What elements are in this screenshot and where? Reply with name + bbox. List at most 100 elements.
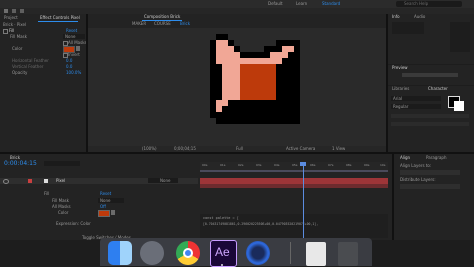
workspace-standard[interactable]: Standard (322, 2, 340, 6)
pixel-cell (282, 100, 288, 106)
tab-libraries[interactable]: Libraries (392, 87, 409, 91)
timeline-effect-reset[interactable]: Reset (100, 192, 111, 196)
pixel-cell (288, 40, 294, 46)
pixel-cell (246, 118, 252, 124)
pixel-cell (228, 70, 234, 76)
timeline-fill-mask-dropdown[interactable]: None (98, 198, 124, 203)
tab-info[interactable]: Info (392, 15, 400, 19)
pixel-cell (264, 112, 270, 118)
pixel-cell (234, 52, 240, 58)
preview-controls[interactable] (402, 73, 458, 77)
search-help-field[interactable]: Search Help (396, 1, 462, 7)
trash-icon[interactable] (338, 242, 358, 266)
distribute-buttons-row[interactable] (400, 184, 460, 189)
text-stroke-swatch[interactable] (454, 101, 464, 111)
pixel-cell (228, 64, 234, 70)
tab-align[interactable]: Align (400, 156, 410, 160)
hand-tool-icon[interactable] (12, 9, 16, 13)
layer-row-pixel[interactable]: Pixel None (0, 178, 198, 184)
document-icon[interactable] (306, 242, 326, 266)
tab-audio[interactable]: Audio (414, 15, 425, 19)
pixel-cell (210, 112, 216, 118)
pixel-cell (222, 118, 228, 124)
visibility-eye-icon[interactable] (3, 179, 9, 184)
pixel-cell (216, 94, 222, 100)
pixel-cell (222, 94, 228, 100)
pixel-cell (234, 88, 240, 94)
expression-editor[interactable]: const palette = [ [0.70431749081861,0.29… (200, 214, 388, 238)
pixel-cell (288, 106, 294, 112)
work-area-bar[interactable] (200, 170, 388, 172)
fill-mask-dropdown[interactable]: None (63, 34, 85, 39)
horizontal-feather-label: Horizontal Feather (12, 58, 49, 63)
workspace-default[interactable]: Default (268, 2, 283, 6)
pixel-cell (240, 64, 246, 70)
pixel-cell (240, 52, 246, 58)
tab-paragraph[interactable]: Paragraph (426, 156, 447, 160)
pixel-cell (264, 64, 270, 70)
effect-reset[interactable]: Reset (66, 29, 77, 33)
comp-quality[interactable]: Full (236, 147, 243, 151)
playhead[interactable] (303, 162, 304, 240)
layer-label-color[interactable] (28, 179, 32, 183)
pixel-cell (210, 52, 216, 58)
pixel-cell (246, 52, 252, 58)
dock-separator (290, 242, 291, 264)
comp-nav-maker[interactable]: MAKER (132, 22, 146, 26)
pixel-cell (210, 70, 216, 76)
font-style-dropdown[interactable]: Regular (391, 104, 441, 109)
tab-effect-controls[interactable]: Effect Controls Pixel (40, 16, 80, 20)
timeline-color-swatch[interactable] (98, 210, 110, 217)
zoom-tool-icon[interactable] (20, 9, 24, 13)
fx-icon[interactable] (3, 29, 8, 34)
chrome-icon[interactable] (176, 241, 200, 265)
leading-row[interactable] (391, 122, 469, 126)
comp-viewer[interactable] (88, 28, 386, 146)
finder-icon[interactable] (108, 241, 132, 265)
font-family-dropdown[interactable]: Arial (391, 96, 441, 101)
pixel-cell (258, 94, 264, 100)
timeline-effect-fill[interactable]: Fill (44, 192, 49, 196)
pixel-cell (252, 100, 258, 106)
workspace-learn[interactable]: Learn (296, 2, 307, 6)
pixel-cell (216, 106, 222, 112)
selection-tool-icon[interactable] (4, 9, 8, 13)
vertical-feather-value[interactable]: 0.0 (66, 65, 72, 69)
tab-project[interactable]: Project (4, 16, 18, 20)
pixel-cell (240, 82, 246, 88)
breadcrumb: Brick · Pixel (3, 22, 27, 27)
horizontal-feather-value[interactable]: 0.0 (66, 59, 72, 63)
timeline-all-masks-value[interactable]: Off (100, 205, 106, 209)
timeline-search-field[interactable] (44, 161, 80, 166)
playhead-handle[interactable] (300, 162, 306, 166)
tab-composition[interactable]: Composition Brick (144, 15, 180, 19)
pixel-cell (222, 82, 228, 88)
tab-preview[interactable]: Preview (392, 66, 408, 70)
launchpad-icon[interactable] (140, 241, 164, 265)
tracking-row[interactable] (391, 114, 469, 118)
eyedropper-icon[interactable] (76, 46, 80, 51)
after-effects-icon[interactable]: Ae (210, 240, 237, 267)
pixel-cell (234, 76, 240, 82)
zoom-level[interactable]: (100%) (142, 147, 157, 151)
media-encoder-icon[interactable] (246, 241, 270, 265)
comp-camera[interactable]: Active Camera (286, 147, 315, 151)
timeline-eyedropper-icon[interactable] (111, 210, 115, 215)
font-style-value: Regular (393, 104, 409, 109)
opacity-value[interactable]: 100.0% (66, 71, 81, 75)
pixel-cell (294, 100, 300, 106)
layer-parent-dropdown[interactable]: None (148, 178, 178, 183)
comp-nav-course[interactable]: COURSE (154, 22, 171, 26)
pixel-cell (276, 118, 282, 124)
layer-name[interactable]: Pixel (56, 179, 65, 183)
timeline-timecode[interactable]: 0:00:04:15 (4, 161, 37, 167)
pixel-cell (234, 112, 240, 118)
comp-timecode[interactable]: 0;00;04;15 (174, 147, 196, 151)
tab-character[interactable]: Character (428, 87, 448, 91)
comp-nav-brick[interactable]: Brick (180, 22, 190, 26)
time-ruler[interactable]: 00s 01s 02s 03s 04s 05s 06s 07s 08s 09s … (200, 162, 388, 170)
comp-view[interactable]: 1 View (332, 147, 345, 151)
effect-name[interactable]: Fill (9, 29, 14, 33)
pixel-cell (228, 106, 234, 112)
align-buttons-row[interactable] (400, 170, 460, 175)
